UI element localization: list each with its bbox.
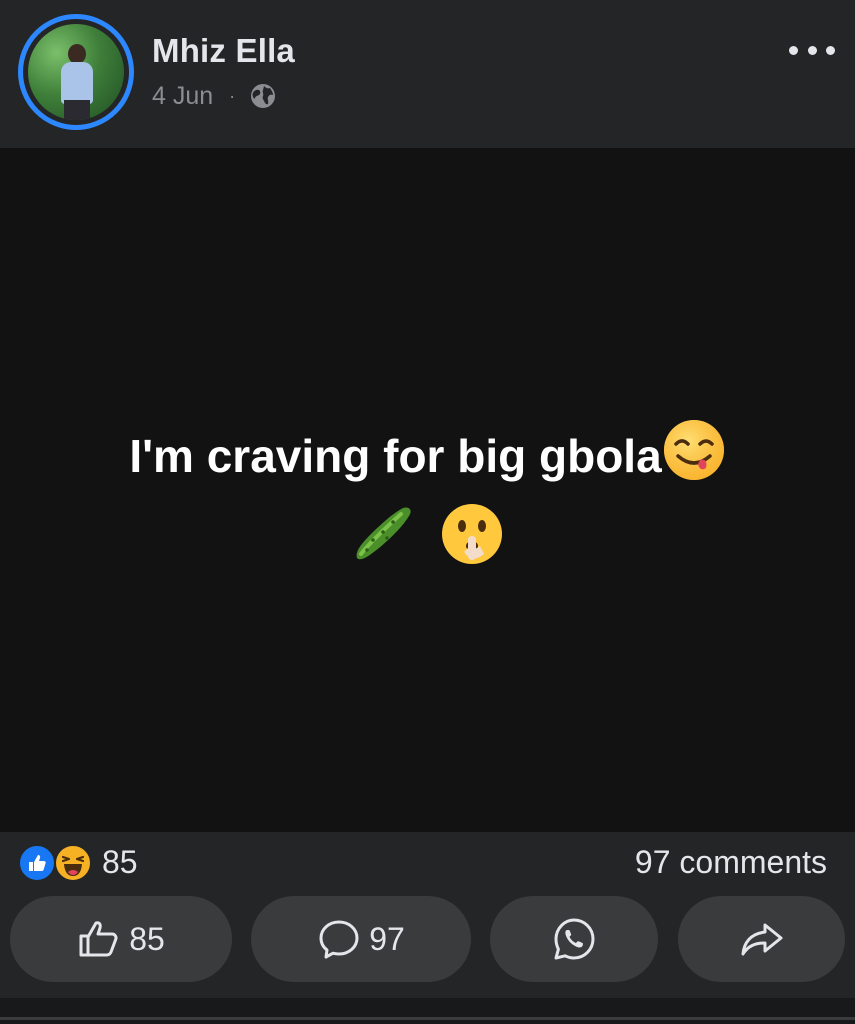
meta-separator: · [229,85,236,106]
thumbs-up-icon [77,919,121,959]
comments-count[interactable]: 97 comments [635,844,827,881]
like-icon [18,844,56,882]
post-content[interactable]: I'm craving for big gbola [0,148,855,832]
avatar[interactable] [18,14,134,130]
globe-icon [249,82,277,110]
dot-icon [789,45,798,55]
dot-icon [807,45,817,55]
post-text: I'm craving for big gbola [40,418,815,586]
cucumber-icon [351,502,415,586]
comment-count: 97 [369,920,405,957]
whatsapp-icon [551,916,597,962]
post-actions: 85 97 [0,894,855,998]
share-arrow-icon [739,919,785,959]
reaction-icons[interactable] [18,844,98,882]
feed-divider [0,998,855,1024]
shushing-face-icon [440,502,504,586]
post-date[interactable]: 4 Jun [152,82,213,111]
avatar-photo [28,24,124,120]
haha-icon [54,844,92,882]
reactions-summary: 85 97 comments [0,832,855,894]
post-text-line: I'm craving for big gbola [129,430,662,483]
face-savoring-food-icon [662,418,726,502]
author-name[interactable]: Mhiz Ella [152,32,295,70]
post-meta: 4 Jun · [152,80,277,112]
like-count: 85 [129,920,165,957]
divider-line [0,1017,855,1020]
post-header: Mhiz Ella 4 Jun · [0,0,855,148]
dot-icon [826,45,835,55]
share-button[interactable] [678,896,845,982]
comment-button[interactable]: 97 [251,896,471,982]
comment-bubble-icon [317,918,361,960]
post-card: Mhiz Ella 4 Jun · I'm craving for big gb… [0,0,855,1024]
more-options-button[interactable] [789,36,835,64]
like-button[interactable]: 85 [10,896,232,982]
reaction-count[interactable]: 85 [102,844,138,881]
whatsapp-share-button[interactable] [490,896,658,982]
